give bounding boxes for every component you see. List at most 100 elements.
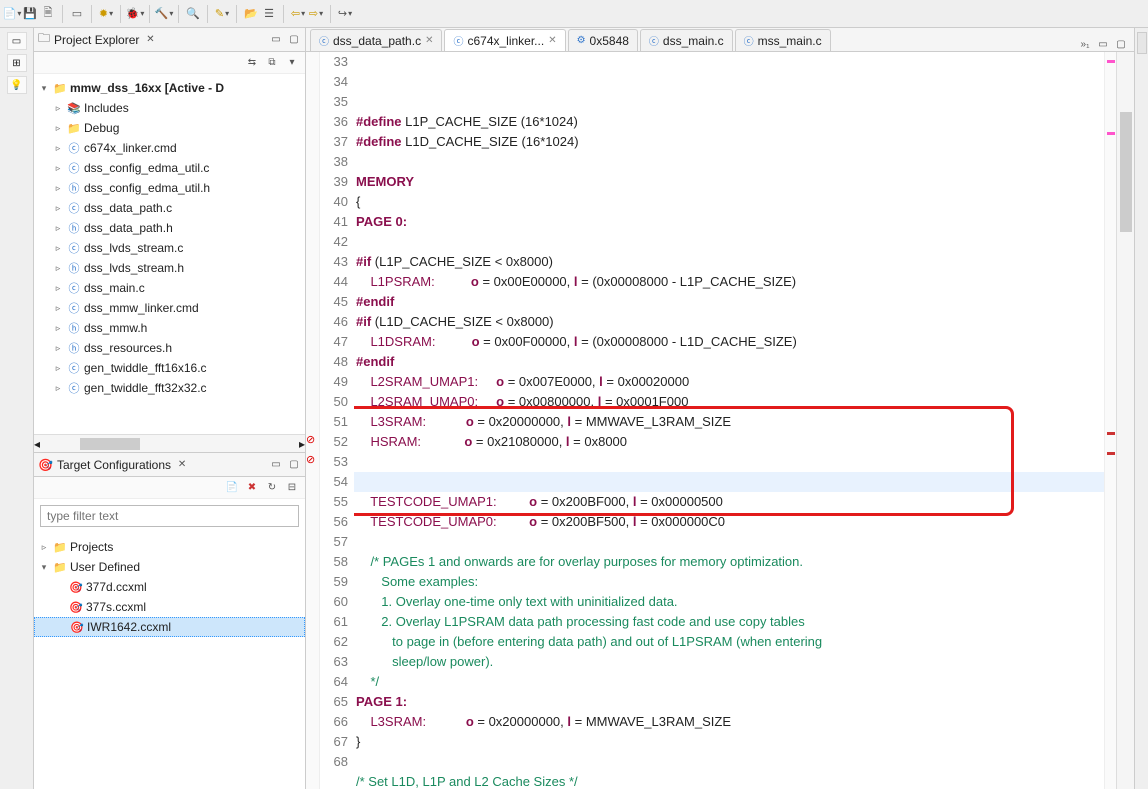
editor-vscroll[interactable] bbox=[1116, 52, 1134, 789]
code-line[interactable] bbox=[354, 232, 1104, 252]
code-line[interactable]: #define L1D_CACHE_SIZE (16*1024) bbox=[354, 132, 1104, 152]
code-line[interactable]: MEMORY bbox=[354, 172, 1104, 192]
code-line[interactable]: sleep/low power). bbox=[354, 652, 1104, 672]
project-item[interactable]: ▹ⓗdss_data_path.h bbox=[34, 218, 305, 238]
editor-min-icon[interactable]: ▭ bbox=[1096, 37, 1110, 51]
project-item[interactable]: ▹📁Debug bbox=[34, 118, 305, 138]
code-line[interactable]: { bbox=[354, 192, 1104, 212]
project-item[interactable]: ▹ⓒdss_lvds_stream.c bbox=[34, 238, 305, 258]
editor-tab[interactable]: ⓒdss_main.c bbox=[640, 29, 733, 51]
code-line[interactable]: /* PAGEs 1 and onwards are for overlay p… bbox=[354, 552, 1104, 572]
new-button[interactable]: 📄 bbox=[4, 6, 20, 22]
project-item[interactable]: ▹ⓗdss_lvds_stream.h bbox=[34, 258, 305, 278]
user-defined-folder[interactable]: ▾📁User Defined bbox=[34, 557, 305, 577]
editor-tab[interactable]: ⓒmss_main.c bbox=[735, 29, 831, 51]
collapse-target-icon[interactable]: ⊟ bbox=[285, 481, 299, 495]
project-item[interactable]: ▹ⓒgen_twiddle_fft32x32.c bbox=[34, 378, 305, 398]
minimize-icon[interactable]: ▭ bbox=[269, 33, 283, 47]
target-tree[interactable]: ▹📁Projects▾📁User Defined🎯377d.ccxml🎯377s… bbox=[34, 533, 305, 732]
target-config-item[interactable]: 🎯IWR1642.ccxml bbox=[34, 617, 305, 637]
project-item[interactable]: ▹ⓗdss_mmw.h bbox=[34, 318, 305, 338]
code-line[interactable]: L1DSRAM: o = 0x00F00000, l = (0x00008000… bbox=[354, 332, 1104, 352]
build-button[interactable]: ✹ bbox=[98, 6, 114, 22]
editor-tab[interactable]: ⚙0x5848 bbox=[568, 29, 638, 51]
close-target-icon[interactable]: ✕ bbox=[175, 458, 189, 472]
trim-handle[interactable] bbox=[1137, 32, 1147, 54]
editor-max-icon[interactable]: ▢ bbox=[1114, 37, 1128, 51]
list-button[interactable]: ☰ bbox=[261, 6, 277, 22]
project-item[interactable]: ▹ⓒgen_twiddle_fft16x16.c bbox=[34, 358, 305, 378]
code-line[interactable]: to page in (before entering data path) a… bbox=[354, 632, 1104, 652]
view-menu-icon[interactable]: ▾ bbox=[285, 56, 299, 70]
save-button[interactable]: 💾 bbox=[22, 6, 38, 22]
code-line[interactable]: PAGE 1: bbox=[354, 692, 1104, 712]
editor-tab[interactable]: ⓒc674x_linker...✕ bbox=[444, 29, 565, 51]
code-line[interactable]: #if (L1D_CACHE_SIZE < 0x8000) bbox=[354, 312, 1104, 332]
project-root[interactable]: ▾📁mmw_dss_16xx [Active - D bbox=[34, 78, 305, 98]
close-view-icon[interactable]: ✕ bbox=[143, 33, 157, 47]
project-tree-hscroll[interactable]: ◂▸ bbox=[34, 434, 305, 452]
code-line[interactable]: #endif bbox=[354, 352, 1104, 372]
code-line[interactable]: #endif bbox=[354, 292, 1104, 312]
target-config-item[interactable]: 🎯377s.ccxml bbox=[34, 597, 305, 617]
wand-button[interactable]: ✎ bbox=[214, 6, 230, 22]
hammer-button[interactable]: 🔨 bbox=[156, 6, 172, 22]
code-line[interactable]: L2SRAM_UMAP0: o = 0x00800000, l = 0x0001… bbox=[354, 392, 1104, 412]
editor-tab[interactable]: ⓒdss_data_path.c✕ bbox=[310, 29, 442, 51]
code-line[interactable]: } bbox=[354, 732, 1104, 752]
project-item[interactable]: ▹📚Includes bbox=[34, 98, 305, 118]
code-line[interactable]: L3SRAM: o = 0x20000000, l = MMWAVE_L3RAM… bbox=[354, 712, 1104, 732]
code-line[interactable] bbox=[354, 532, 1104, 552]
code-line[interactable]: PAGE 0: bbox=[354, 212, 1104, 232]
tab-overflow-icon[interactable]: »₁ bbox=[1078, 37, 1092, 51]
redo-button[interactable]: ↪ bbox=[337, 6, 353, 22]
code-line[interactable]: /* Set L1D, L1P and L2 Cache Sizes */ bbox=[354, 772, 1104, 789]
project-item[interactable]: ▹ⓒdss_main.c bbox=[34, 278, 305, 298]
code-line[interactable]: 2. Overlay L1PSRAM data path processing … bbox=[354, 612, 1104, 632]
delete-target-icon[interactable]: ✖ bbox=[245, 481, 259, 495]
target-min-icon[interactable]: ▭ bbox=[269, 458, 283, 472]
outline-icon[interactable]: ⊞ bbox=[7, 54, 27, 72]
code-editor[interactable]: #define L1P_CACHE_SIZE (16*1024)#define … bbox=[354, 52, 1104, 789]
target-filter-input[interactable] bbox=[40, 505, 299, 527]
code-line[interactable]: 1. Overlay one-time only text with unini… bbox=[354, 592, 1104, 612]
code-line[interactable]: #define L1P_CACHE_SIZE (16*1024) bbox=[354, 112, 1104, 132]
project-tree[interactable]: ▾📁mmw_dss_16xx [Active - D▹📚Includes▹📁De… bbox=[34, 74, 305, 434]
code-line[interactable]: TESTCODE_UMAP0: o = 0x200BF500, l = 0x00… bbox=[354, 512, 1104, 532]
code-line[interactable]: HSRAM: o = 0x21080000, l = 0x8000 bbox=[354, 432, 1104, 452]
nav-back-button[interactable]: ⇦ bbox=[290, 6, 306, 22]
project-item[interactable]: ▹ⓗdss_resources.h bbox=[34, 338, 305, 358]
link-editor-icon[interactable]: ⧉ bbox=[265, 56, 279, 70]
collapse-all-icon[interactable]: ⇆ bbox=[245, 56, 259, 70]
code-line[interactable] bbox=[354, 152, 1104, 172]
code-line[interactable] bbox=[354, 472, 1104, 492]
overview-ruler[interactable] bbox=[1104, 52, 1116, 789]
project-item[interactable]: ▹ⓒdss_data_path.c bbox=[34, 198, 305, 218]
maximize-icon[interactable]: ▢ bbox=[287, 33, 301, 47]
target-config-item[interactable]: 🎯377d.ccxml bbox=[34, 577, 305, 597]
search-button[interactable]: 🔍 bbox=[185, 6, 201, 22]
debug-button[interactable]: 🐞 bbox=[127, 6, 143, 22]
code-line[interactable] bbox=[354, 452, 1104, 472]
code-line[interactable]: Some examples: bbox=[354, 572, 1104, 592]
code-line[interactable]: TESTCODE_UMAP1: o = 0x200BF000, l = 0x00… bbox=[354, 492, 1104, 512]
restore-icon[interactable]: ▭ bbox=[7, 32, 27, 50]
open-type-button[interactable]: 📂 bbox=[243, 6, 259, 22]
code-line[interactable]: */ bbox=[354, 672, 1104, 692]
close-tab-icon[interactable]: ✕ bbox=[425, 35, 433, 46]
project-item[interactable]: ▹ⓗdss_config_edma_util.h bbox=[34, 178, 305, 198]
code-line[interactable]: #if (L1P_CACHE_SIZE < 0x8000) bbox=[354, 252, 1104, 272]
save-all-button[interactable]: 🗎 bbox=[40, 6, 56, 22]
code-line[interactable]: L1PSRAM: o = 0x00E00000, l = (0x00008000… bbox=[354, 272, 1104, 292]
target-max-icon[interactable]: ▢ bbox=[287, 458, 301, 472]
nav-fwd-button[interactable]: ⇨ bbox=[308, 6, 324, 22]
bulb-icon[interactable]: 💡 bbox=[7, 76, 27, 94]
refresh-target-icon[interactable]: ↻ bbox=[265, 481, 279, 495]
code-line[interactable]: L3SRAM: o = 0x20000000, l = MMWAVE_L3RAM… bbox=[354, 412, 1104, 432]
console-button[interactable]: ▭ bbox=[69, 6, 85, 22]
code-line[interactable]: L2SRAM_UMAP1: o = 0x007E0000, l = 0x0002… bbox=[354, 372, 1104, 392]
close-tab-icon[interactable]: ✕ bbox=[548, 35, 556, 46]
project-item[interactable]: ▹ⓒc674x_linker.cmd bbox=[34, 138, 305, 158]
code-line[interactable] bbox=[354, 752, 1104, 772]
project-item[interactable]: ▹ⓒdss_mmw_linker.cmd bbox=[34, 298, 305, 318]
